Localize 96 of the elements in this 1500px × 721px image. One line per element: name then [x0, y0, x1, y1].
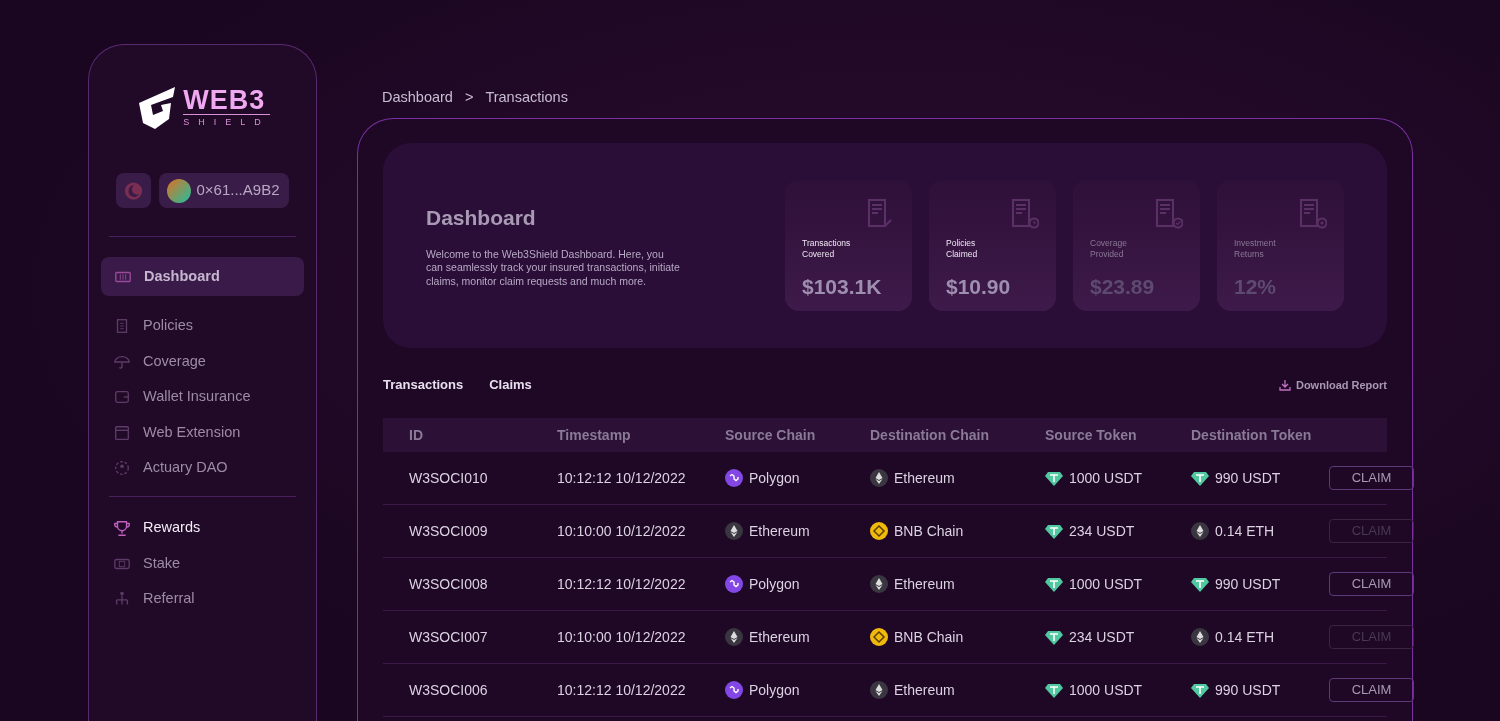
sidebar-item[interactable]: Wallet Insurance — [101, 379, 304, 415]
avatar-icon — [166, 178, 191, 203]
stat-label: Coverage Provided — [1090, 238, 1128, 260]
sidebar-item[interactable]: Actuary DAO — [101, 450, 304, 486]
diamond-icon — [1045, 628, 1063, 646]
column-header: Destination Chain — [870, 425, 990, 445]
stat-value: $10.90 — [946, 274, 1012, 301]
stat-label: Transactions Covered — [802, 238, 852, 260]
sidebar-item[interactable]: Dashboard — [101, 257, 304, 296]
table-cell-text: 990 USDT — [1215, 468, 1281, 488]
wallet-button[interactable]: 0×61...A9B2 — [158, 173, 290, 208]
sidebar-item[interactable]: Policies — [101, 308, 304, 344]
table-cell-text: W3SOCI007 — [409, 627, 489, 647]
column-header: Destination Token — [1191, 425, 1313, 445]
table-cell-text: Ethereum — [894, 468, 955, 488]
tab[interactable]: Claims — [489, 375, 532, 395]
table-cell-text: Ethereum — [749, 521, 810, 541]
people-circle-icon — [113, 459, 131, 477]
column-header: Timestamp — [557, 425, 632, 445]
document-icon — [1011, 198, 1039, 230]
table-cell-text: Ethereum — [894, 680, 955, 700]
table-cell-text: 10:12:12 10/12/2022 — [557, 574, 687, 594]
polygon-icon — [725, 575, 743, 593]
download-icon — [1278, 379, 1291, 391]
wallet-icon — [113, 388, 131, 406]
sidebar-item[interactable]: Rewards — [101, 510, 304, 546]
diamond-icon — [1045, 522, 1063, 540]
table-cell-text: BNB Chain — [894, 627, 964, 647]
sidebar-item[interactable]: Web Extension — [101, 415, 304, 450]
table-cell-text: 1000 USDT — [1069, 680, 1143, 700]
sidebar-item[interactable]: Referral — [101, 581, 304, 617]
document-icon — [1299, 198, 1327, 230]
table-cell-text: Ethereum — [749, 627, 810, 647]
table-cell-text: 234 USDT — [1069, 627, 1135, 647]
diamond-icon — [1191, 575, 1209, 593]
table-cell-text: 1000 USDT — [1069, 468, 1143, 488]
table-cell-text: 1000 USDT — [1069, 574, 1143, 594]
bnb-icon — [870, 522, 888, 540]
ethereum-icon — [725, 522, 743, 540]
table-cell-text: Ethereum — [894, 574, 955, 594]
ethereum-icon — [870, 575, 888, 593]
download-report-button[interactable]: Download Report — [1278, 376, 1387, 394]
diamond-icon — [1191, 681, 1209, 699]
claim-button[interactable]: CLAIM — [1329, 466, 1414, 490]
table-cell-text: W3SOCI006 — [409, 680, 489, 700]
claim-button[interactable]: CLAIM — [1329, 572, 1414, 596]
table-cell-text: Polygon — [749, 680, 800, 700]
sidebar-item[interactable]: Coverage — [101, 344, 304, 379]
column-header: ID — [409, 425, 424, 445]
diamond-icon — [1045, 469, 1063, 487]
table-cell-text: 10:10:00 10/12/2022 — [557, 627, 687, 647]
table-cell-text: W3SOCI010 — [409, 468, 489, 488]
table-cell-text: 10:10:00 10/12/2022 — [557, 521, 687, 541]
column-header: Source Chain — [725, 425, 817, 445]
table-cell-text: W3SOCI009 — [409, 521, 489, 541]
browser-window-icon — [113, 423, 131, 442]
ethereum-icon — [1191, 522, 1209, 540]
theme-toggle-button[interactable] — [115, 173, 151, 208]
table-cell-text: 234 USDT — [1069, 521, 1135, 541]
table-cell-text: 990 USDT — [1215, 574, 1281, 594]
banner-title: Dashboard — [426, 205, 537, 232]
breadcrumb-item[interactable]: Dashboard — [382, 87, 453, 118]
stat-label: Policies Claimed — [946, 238, 979, 260]
polygon-icon — [725, 469, 743, 487]
table-cell-text: W3SOCI008 — [409, 574, 489, 594]
ethereum-icon — [870, 681, 888, 699]
document-icon — [1155, 198, 1183, 230]
document-icon — [867, 198, 895, 230]
diamond-icon — [1045, 575, 1063, 593]
table-cell-text: 0.14 ETH — [1215, 521, 1275, 541]
logo-wordmark: WEB3 — [183, 86, 267, 114]
ethereum-icon — [725, 628, 743, 646]
tab[interactable]: Transactions — [383, 375, 464, 395]
claim-button[interactable]: CLAIM — [1329, 678, 1414, 702]
table-cell-text: 0.14 ETH — [1215, 627, 1275, 647]
table-cell-text: BNB Chain — [894, 521, 964, 541]
diamond-icon — [1045, 681, 1063, 699]
table-cell-text: Polygon — [749, 468, 800, 488]
table-cell-text: 10:12:12 10/12/2022 — [557, 680, 687, 700]
ethereum-icon — [1191, 628, 1209, 646]
breadcrumb-item[interactable]: Transactions — [485, 87, 568, 118]
logo-subtitle: SHIELD — [183, 113, 270, 130]
breadcrumb-separator: > — [464, 88, 474, 107]
column-header: Source Token — [1045, 425, 1138, 445]
ethereum-icon — [870, 469, 888, 487]
diamond-icon — [1191, 469, 1209, 487]
polygon-icon — [725, 681, 743, 699]
sidebar-item[interactable]: Stake — [101, 546, 304, 581]
table-cell-text: 990 USDT — [1215, 680, 1281, 700]
stat-label: Investment Returns — [1234, 238, 1277, 260]
trophy-icon — [113, 519, 131, 537]
bnb-icon — [870, 628, 888, 646]
banner-text: Welcome to the Web3Shield Dashboard. Here, you can seamlessly track your insured transactions, initiate claims, monitor claim requests and much more. — [426, 247, 681, 289]
table-cell-text: 10:12:12 10/12/2022 — [557, 468, 687, 488]
table-cell-text: Polygon — [749, 574, 800, 594]
stat-value: $103.1K — [802, 274, 883, 301]
